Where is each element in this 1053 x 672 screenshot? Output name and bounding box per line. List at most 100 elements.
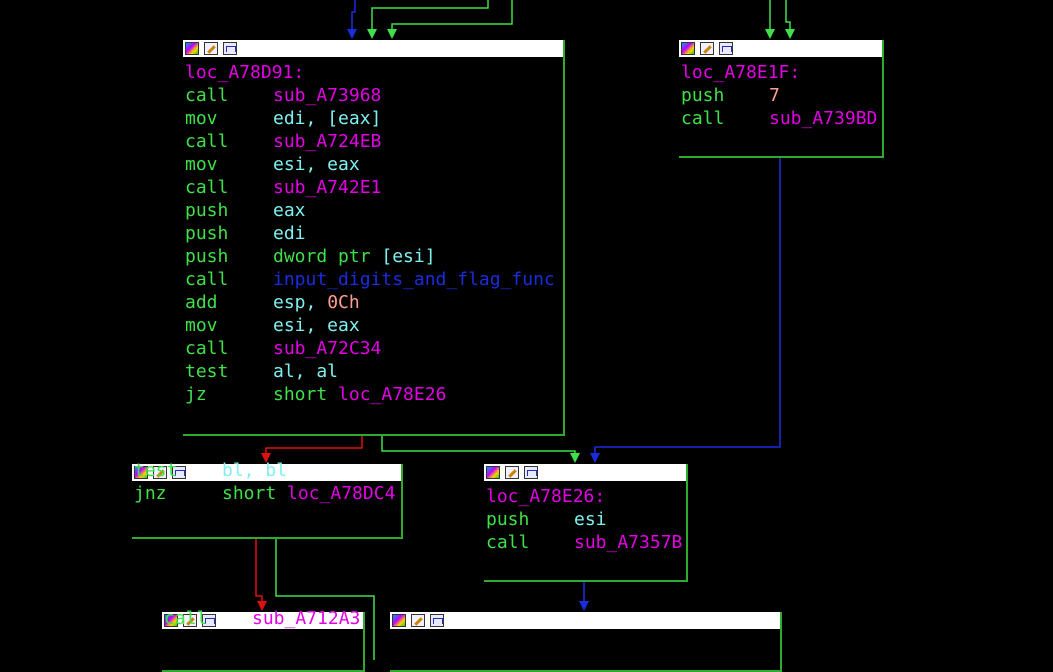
graph-icon[interactable] xyxy=(430,614,444,627)
node-call-a712a3[interactable]: call sub_A712A3 xyxy=(162,608,365,672)
node-header xyxy=(679,40,882,57)
node-test-bl[interactable]: test bl, bl jnz short loc_A78DC4 xyxy=(132,460,403,539)
operand-ref[interactable]: loc_A78E26 xyxy=(338,384,446,405)
operands: esi, eax xyxy=(273,153,360,176)
operands: bl, bl xyxy=(222,459,287,482)
operands: sub_A7357B xyxy=(574,531,682,554)
operands: dword ptr [esi] xyxy=(273,245,436,268)
operand: esi, eax xyxy=(273,315,360,336)
operands: sub_A712A3 xyxy=(252,607,360,630)
operand: al, al xyxy=(273,361,339,382)
operand-ref[interactable]: sub_A724EB xyxy=(273,131,381,152)
mnemonic: call xyxy=(185,85,229,106)
instruction-line: call sub_A73968 xyxy=(185,84,563,107)
operand-ref[interactable]: sub_A73968 xyxy=(273,85,381,106)
edge-true xyxy=(381,435,576,460)
operand-ref[interactable]: sub_A739BD xyxy=(769,108,877,129)
instruction-line: call sub_A712A3 xyxy=(164,607,363,630)
operands: esi xyxy=(574,508,607,531)
node-loc-a78e1f[interactable]: loc_A78E1F: push 7 call sub_A739BD xyxy=(679,40,884,158)
mnemonic: test xyxy=(185,361,229,382)
operand: eax xyxy=(273,200,306,221)
edge-arrow xyxy=(367,29,377,39)
instruction-line: push 7 xyxy=(681,84,882,107)
mnemonic: call xyxy=(164,608,208,629)
color-icon[interactable] xyxy=(185,42,199,55)
mnemonic: call xyxy=(185,269,229,290)
instruction-line: jz short loc_A78E26 xyxy=(185,383,563,406)
operands: 7 xyxy=(769,84,780,107)
mnemonic: call xyxy=(681,108,725,129)
color-icon[interactable] xyxy=(681,42,695,55)
graph-icon[interactable] xyxy=(223,42,237,55)
operands: input_digits_and_flag_func xyxy=(273,268,555,291)
operand-ref[interactable]: input_digits_and_flag_func xyxy=(273,269,555,290)
operand-ref[interactable]: sub_A712A3 xyxy=(252,608,360,629)
mnemonic: push xyxy=(185,200,229,221)
edge-in-green-2 xyxy=(391,0,513,36)
mnemonic: jnz xyxy=(134,483,167,504)
instruction-line: call sub_A739BD xyxy=(681,107,882,130)
node-bottom-right[interactable] xyxy=(390,612,782,672)
instruction-line: push esi xyxy=(486,508,686,531)
edit-icon[interactable] xyxy=(204,42,218,55)
mnemonic: mov xyxy=(185,315,218,336)
mnemonic: mov xyxy=(185,154,218,175)
instruction-line: push eax xyxy=(185,199,563,222)
edge-false-2 xyxy=(255,538,263,608)
mnemonic: call xyxy=(486,532,530,553)
edit-icon[interactable] xyxy=(700,42,714,55)
operand: [esi] xyxy=(381,246,436,267)
edge-arrow xyxy=(765,29,775,39)
instruction-line: push edi xyxy=(185,222,563,245)
edit-icon[interactable] xyxy=(505,466,519,479)
instruction-line: push dword ptr [esi] xyxy=(185,245,563,268)
operand: dword ptr xyxy=(273,246,382,267)
mnemonic: jz xyxy=(185,384,207,405)
instruction-line: mov esi, eax xyxy=(185,153,563,176)
edge-arrow xyxy=(570,453,580,463)
color-icon[interactable] xyxy=(486,466,500,479)
instruction-line: call sub_A742E1 xyxy=(185,176,563,199)
edge-arrow xyxy=(785,29,795,39)
code-label: loc_A78D91: xyxy=(185,62,305,83)
instruction-line: call input_digits_and_flag_func xyxy=(185,268,563,291)
color-icon[interactable] xyxy=(392,614,406,627)
mnemonic: push xyxy=(681,85,725,106)
operands: sub_A742E1 xyxy=(273,176,381,199)
edge-arrow xyxy=(590,453,600,463)
operands: esp, 0Ch xyxy=(273,291,360,314)
instruction-line: mov edi, [eax] xyxy=(185,107,563,130)
mnemonic: call xyxy=(185,338,229,359)
graph-icon[interactable] xyxy=(719,42,733,55)
instruction-line: call sub_A72C34 xyxy=(185,337,563,360)
instruction-line: test bl, bl xyxy=(134,459,401,482)
operands: edi, [eax] xyxy=(273,107,381,130)
operand-ref[interactable]: sub_A7357B xyxy=(574,532,682,553)
operand: 0Ch xyxy=(327,292,360,313)
operands: eax xyxy=(273,199,306,222)
operand-ref[interactable]: sub_A72C34 xyxy=(273,338,381,359)
mnemonic: test xyxy=(134,460,178,481)
operand: esi, eax xyxy=(273,154,360,175)
instruction-line: call sub_A724EB xyxy=(185,130,563,153)
operand: short xyxy=(222,483,288,504)
operand-ref[interactable]: loc_A78DC4 xyxy=(287,483,395,504)
node-loc-a78e26[interactable]: loc_A78E26: push esi call sub_A7357B xyxy=(484,464,688,582)
operands: sub_A724EB xyxy=(273,130,381,153)
operands: edi xyxy=(273,222,306,245)
mnemonic: add xyxy=(185,292,218,313)
graph-icon[interactable] xyxy=(524,466,538,479)
operands: short loc_A78DC4 xyxy=(222,482,395,505)
node-loc-a78d91[interactable]: loc_A78D91: call sub_A73968 mov edi, [eax] ca… xyxy=(183,40,565,436)
edge-arrow xyxy=(579,601,589,611)
mnemonic: push xyxy=(486,509,530,530)
edit-icon[interactable] xyxy=(411,614,425,627)
operand: esp, xyxy=(273,292,328,313)
node-header xyxy=(183,40,563,57)
edge-uncond xyxy=(594,157,781,460)
operand-ref[interactable]: sub_A742E1 xyxy=(273,177,381,198)
operand: esi xyxy=(574,509,607,530)
operand: 7 xyxy=(769,85,780,106)
instruction-line: call sub_A7357B xyxy=(486,531,686,554)
